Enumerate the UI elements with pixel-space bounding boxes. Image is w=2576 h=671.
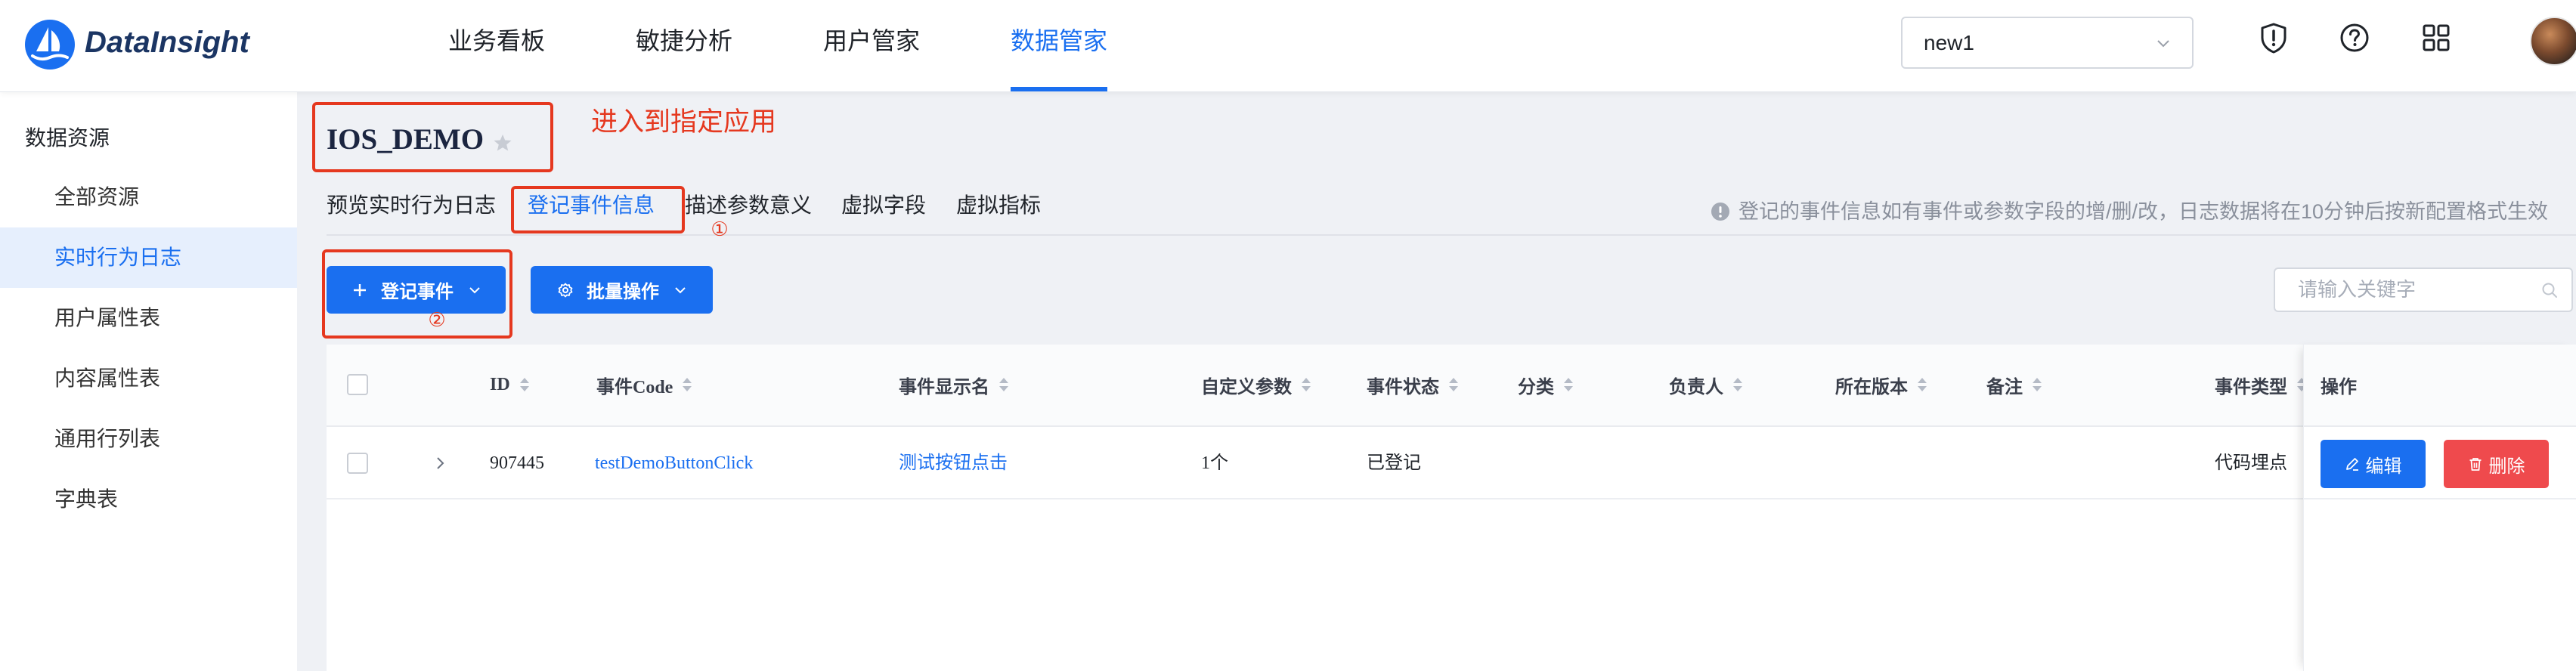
actions-column: 操作 编辑 删除 xyxy=(2303,345,2576,671)
nav-item-dashboard[interactable]: 业务看板 xyxy=(448,23,545,59)
top-navbar: DataInsight 业务看板 敏捷分析 用户管家 数据管家 new1 xyxy=(0,0,2576,92)
annotation-box-app xyxy=(312,102,553,172)
column-label: 备注 xyxy=(1986,377,2023,397)
tab-virtual-fields[interactable]: 虚拟字段 xyxy=(841,191,926,220)
search-input[interactable] xyxy=(2298,269,2525,311)
annotation-step-1: ① xyxy=(711,218,729,241)
delete-label: 删除 xyxy=(2488,456,2525,477)
column-label: 自定义参数 xyxy=(1201,377,1292,397)
apps-grid-icon[interactable] xyxy=(2420,21,2453,54)
sidebar-item-dictionary[interactable]: 字典表 xyxy=(0,469,297,530)
column-header-code[interactable]: 事件Code xyxy=(596,371,692,398)
column-label: 事件Code xyxy=(596,377,673,397)
chevron-right-icon[interactable] xyxy=(432,455,448,472)
help-circle-icon[interactable] xyxy=(2338,21,2371,54)
cell-display-name[interactable]: 测试按钮点击 xyxy=(899,450,1008,477)
events-table: ID 事件Code 事件显示名 自定义参数 事件状态 分类 负责人 所在版本 备… xyxy=(327,345,2576,671)
avatar[interactable] xyxy=(2530,17,2576,66)
column-header-status[interactable]: 事件状态 xyxy=(1367,371,1459,398)
column-header-id[interactable]: ID xyxy=(490,371,530,398)
edit-button[interactable]: 编辑 xyxy=(2321,440,2426,488)
column-header-version[interactable]: 所在版本 xyxy=(1835,371,1927,398)
cell-event-type: 代码埋点 xyxy=(2215,453,2287,473)
column-header-owner[interactable]: 负责人 xyxy=(1669,371,1743,398)
column-label: ID xyxy=(490,374,510,394)
sidebar-item-all-resources[interactable]: 全部资源 xyxy=(0,167,297,227)
sidebar-item-generic-table[interactable]: 通用行列表 xyxy=(0,409,297,469)
info-icon xyxy=(1711,203,1729,221)
notice: 登记的事件信息如有事件或参数字段的增/删/改，日志数据将在10分钟后按新配置格式… xyxy=(1738,198,2576,225)
logo-icon[interactable] xyxy=(25,20,75,70)
shield-alert-icon[interactable] xyxy=(2257,21,2290,54)
column-label: 分类 xyxy=(1518,377,1554,397)
column-label: 事件显示名 xyxy=(899,377,989,397)
column-label: 事件类型 xyxy=(2215,377,2287,397)
column-header-custom-params[interactable]: 自定义参数 xyxy=(1201,371,1311,398)
table-header: ID 事件Code 事件显示名 自定义参数 事件状态 分类 负责人 所在版本 备… xyxy=(327,345,2576,427)
column-header-category[interactable]: 分类 xyxy=(1518,371,1574,398)
gear-icon xyxy=(558,283,573,297)
sort-icon[interactable] xyxy=(1917,376,1927,394)
chevron-down-icon xyxy=(2157,40,2169,48)
column-header-note[interactable]: 备注 xyxy=(1986,371,2042,398)
column-label: 负责人 xyxy=(1669,377,1723,397)
actions-column-header: 操作 xyxy=(2304,345,2576,427)
column-header-display-name[interactable]: 事件显示名 xyxy=(899,371,1009,398)
sort-icon[interactable] xyxy=(999,376,1009,394)
tab-virtual-metrics[interactable]: 虚拟指标 xyxy=(956,191,1041,220)
nav-item-agile-analysis[interactable]: 敏捷分析 xyxy=(636,23,732,59)
sidebar-item-content-attributes[interactable]: 内容属性表 xyxy=(0,348,297,409)
search-box xyxy=(2274,267,2573,312)
cell-status: 已登记 xyxy=(1367,453,1421,473)
cell-event-code[interactable]: testDemoButtonClick xyxy=(595,450,753,477)
column-label: 所在版本 xyxy=(1835,377,1908,397)
row-checkbox[interactable] xyxy=(347,453,368,474)
batch-operation-button[interactable]: 批量操作 xyxy=(531,266,713,314)
tab-divider xyxy=(327,234,2576,236)
sort-icon[interactable] xyxy=(1563,376,1574,394)
table-row: 907445 testDemoButtonClick 测试按钮点击 1个 已登记… xyxy=(327,427,2576,499)
sort-icon[interactable] xyxy=(1732,376,1743,394)
delete-button[interactable]: 删除 xyxy=(2444,440,2549,488)
column-header-actions: 操作 xyxy=(2321,377,2357,397)
sort-icon[interactable] xyxy=(1448,376,1459,394)
cell-custom-params: 1个 xyxy=(1201,453,1228,473)
annotation-box-register xyxy=(322,249,512,339)
tab-param-descriptions[interactable]: 描述参数意义 xyxy=(685,191,812,220)
sidebar: 数据资源 全部资源 实时行为日志 用户属性表 内容属性表 通用行列表 字典表 xyxy=(0,92,297,671)
avatar-image xyxy=(2530,17,2576,66)
sidebar-item-user-attributes[interactable]: 用户属性表 xyxy=(0,288,297,348)
batch-operation-label: 批量操作 xyxy=(587,282,659,302)
nav-item-data-manager[interactable]: 数据管家 xyxy=(1011,23,1108,91)
sidebar-item-realtime-log[interactable]: 实时行为日志 xyxy=(0,227,297,288)
column-label: 事件状态 xyxy=(1367,377,1439,397)
cell-id: 907445 xyxy=(490,453,544,473)
project-select[interactable]: new1 xyxy=(1901,17,2194,69)
edit-icon xyxy=(2345,458,2358,471)
sidebar-menu: 全部资源 实时行为日志 用户属性表 内容属性表 通用行列表 字典表 xyxy=(0,167,297,530)
project-select-value: new1 xyxy=(1924,31,1974,54)
sidebar-section-title: 数据资源 xyxy=(25,126,110,150)
chevron-down-icon xyxy=(675,286,686,293)
annotation-text: 进入到指定应用 xyxy=(591,107,777,137)
trash-icon xyxy=(2469,458,2481,471)
sort-icon[interactable] xyxy=(2032,376,2042,394)
search-icon[interactable] xyxy=(2540,281,2559,299)
sort-icon[interactable] xyxy=(682,376,692,394)
sort-icon[interactable] xyxy=(1301,376,1311,394)
column-header-event-type[interactable]: 事件类型 xyxy=(2215,371,2307,398)
sort-icon[interactable] xyxy=(519,376,530,394)
actions-cell: 编辑 删除 xyxy=(2304,427,2576,499)
tab-preview-log[interactable]: 预览实时行为日志 xyxy=(327,191,496,220)
nav-item-user-manager[interactable]: 用户管家 xyxy=(823,23,920,59)
notice-text: 登记的事件信息如有事件或参数字段的增/删/改，日志数据将在10分钟后按新配置格式… xyxy=(1738,200,2549,223)
edit-label: 编辑 xyxy=(2365,456,2402,477)
select-all-checkbox[interactable] xyxy=(347,374,368,395)
annotation-box-tab xyxy=(511,186,685,233)
annotation-step-2: ② xyxy=(428,309,446,332)
logo-text[interactable]: DataInsight xyxy=(85,24,249,60)
